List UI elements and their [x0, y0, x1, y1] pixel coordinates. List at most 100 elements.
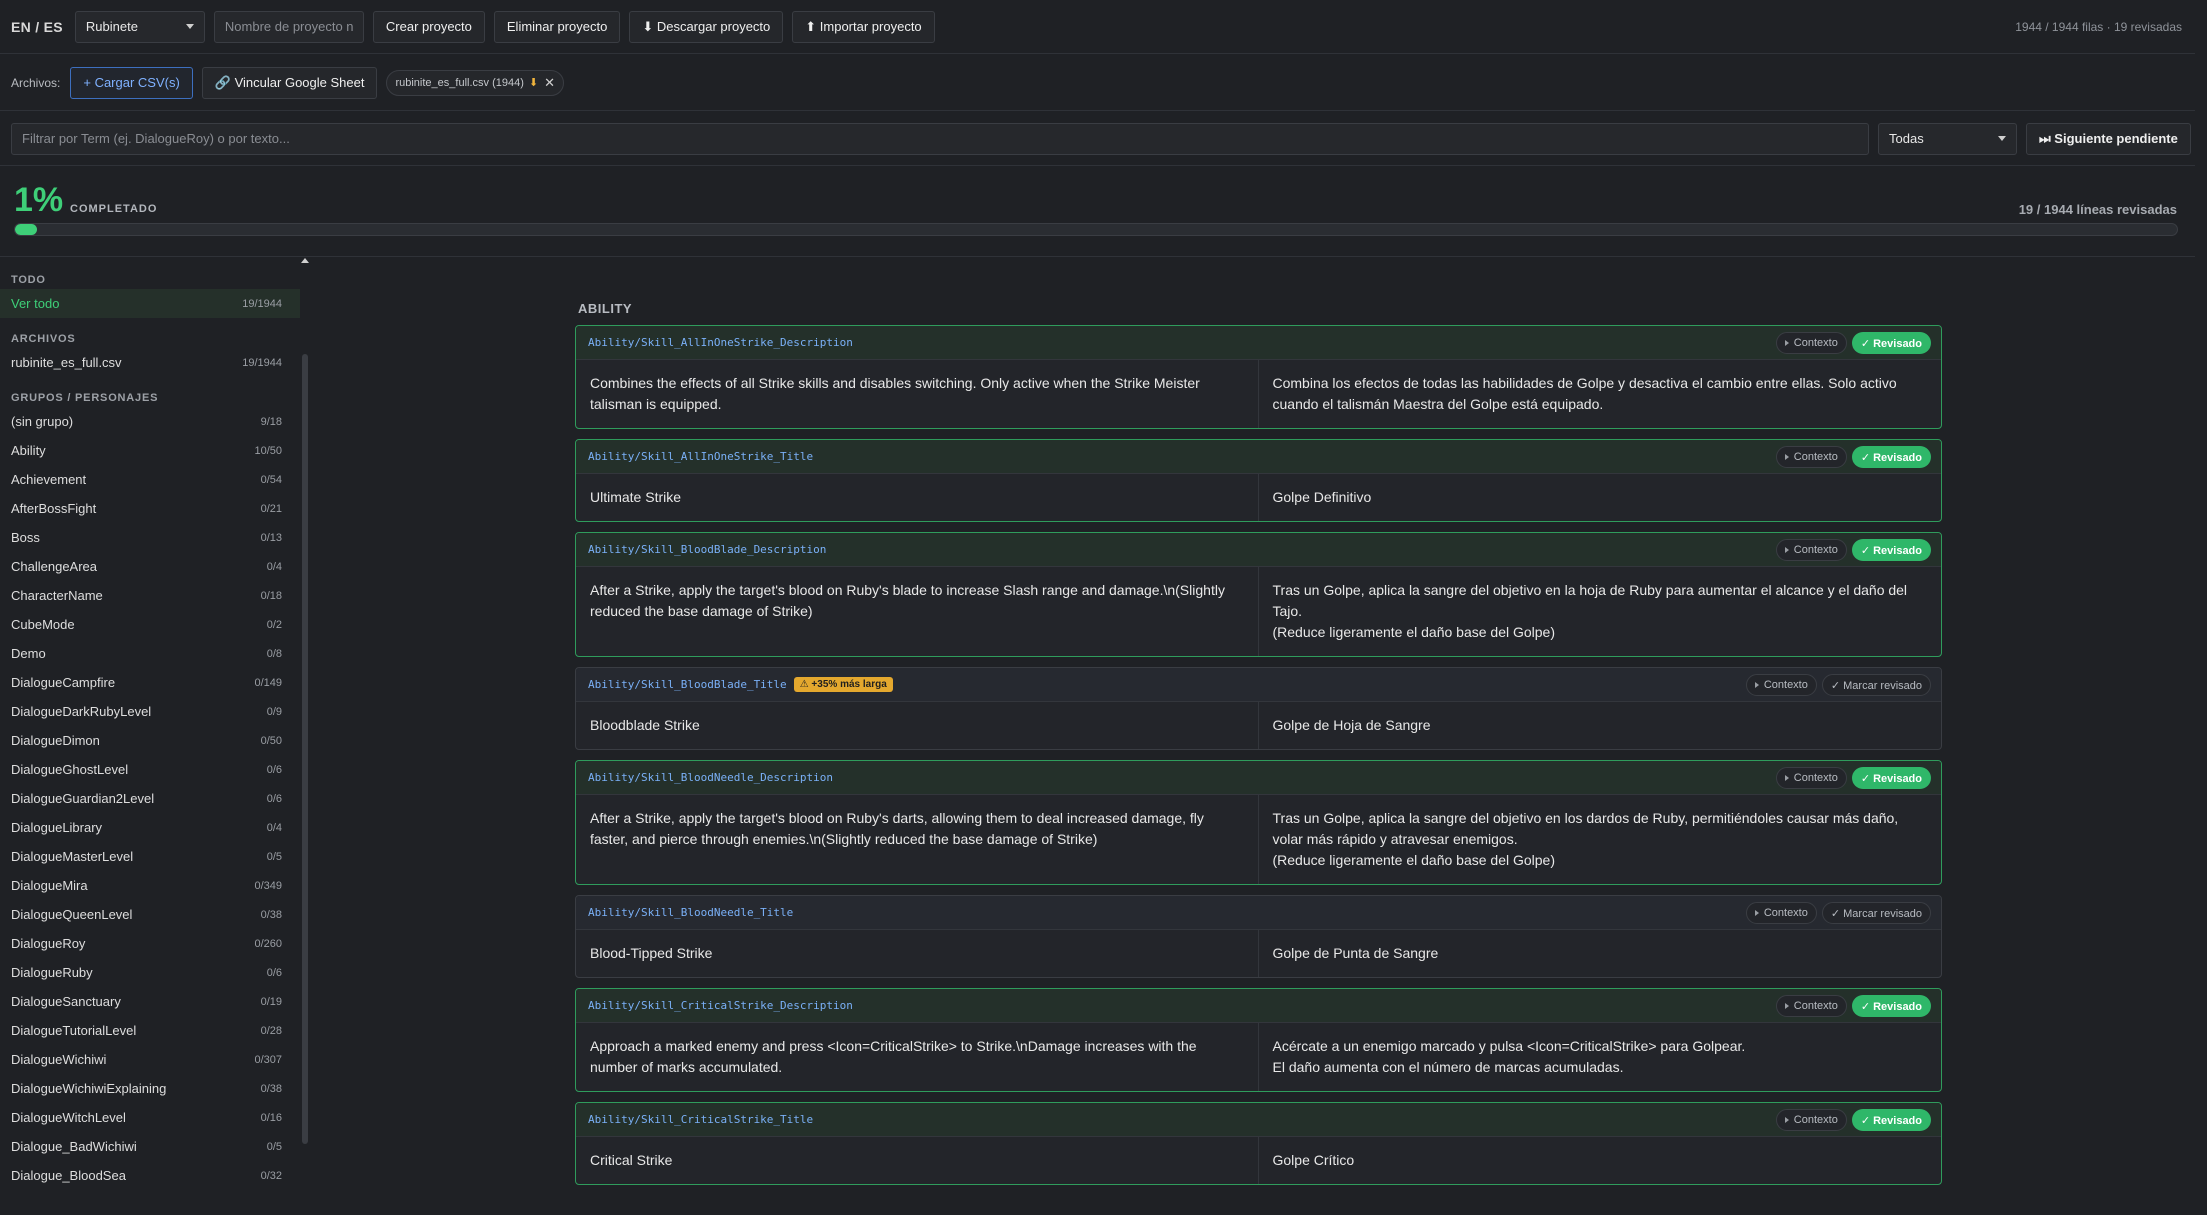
entry-key: Ability/Skill_BloodNeedle_Description	[588, 771, 834, 784]
status-filter-select[interactable]: Todas	[1878, 122, 2017, 155]
section-title-todo: TODO	[11, 274, 46, 286]
entry-key: Ability/Skill_BloodNeedle_Title	[588, 906, 794, 919]
reviewed-button[interactable]: ✓ Revisado	[1851, 1109, 1931, 1131]
sidebar-item-group[interactable]: DialogueGhostLevel 0/6	[0, 755, 300, 784]
sidebar-item-count: 0/32	[260, 1169, 282, 1182]
sidebar-item-group[interactable]: DialogueSanctuary 0/19	[0, 987, 300, 1016]
download-project-button[interactable]: ⬇ Descargar proyecto	[629, 10, 784, 43]
source-text: Critical Strike	[576, 1137, 1259, 1184]
sidebar-item-group[interactable]: DialogueMira 0/349	[0, 871, 300, 900]
context-button[interactable]: Contexto	[1775, 539, 1847, 561]
mark-reviewed-button[interactable]: ✓ Marcar revisado	[1821, 902, 1931, 924]
translation-text[interactable]: Acércate a un enemigo marcado y pulsa <I…	[1259, 1023, 1942, 1091]
sidebar-item-group[interactable]: Dialogue_BloodSea 0/32	[0, 1161, 300, 1190]
entry-card: Ability/Skill_CriticalStrike_Description…	[575, 988, 1942, 1092]
project-select[interactable]: Rubinete	[74, 10, 205, 43]
sidebar-item-group[interactable]: DialogueLibrary 0/4	[0, 813, 300, 842]
entry-list: Ability/Skill_AllInOneStrike_Description…	[575, 325, 1942, 1195]
sidebar-item-count: 0/9	[266, 705, 282, 718]
sidebar-item-group[interactable]: DialogueWichiwi 0/307	[0, 1045, 300, 1074]
sidebar-item-label: DialogueWichiwi	[11, 1052, 107, 1067]
link-google-sheet-button[interactable]: 🔗 Vincular Google Sheet	[201, 66, 378, 99]
sidebar-item-group[interactable]: DialogueCampfire 0/149	[0, 668, 300, 697]
filter-input[interactable]: Filtrar por Term (ej. DialogueRoy) o por…	[11, 122, 1869, 155]
sidebar-item-group[interactable]: Dialogue_BadWichiwi 0/5	[0, 1132, 300, 1161]
delete-project-button[interactable]: Eliminar proyecto	[493, 10, 621, 43]
entry-actions: Contexto ✓ Revisado	[1775, 767, 1931, 789]
sidebar-item-count: 0/260	[254, 937, 282, 950]
sidebar-item-group[interactable]: DialogueDarkRubyLevel 0/9	[0, 697, 300, 726]
context-button[interactable]: Contexto	[1775, 995, 1847, 1017]
entry-card-body: Bloodblade Strike Golpe de Hoja de Sangre	[576, 702, 1941, 749]
entry-card-header: Ability/Skill_CriticalStrike_Title Contex…	[576, 1103, 1941, 1137]
entry-key: Ability/Skill_CriticalStrike_Title	[588, 1113, 814, 1126]
sidebar-item-group[interactable]: DialogueGuardian2Level 0/6	[0, 784, 300, 813]
top-toolbar: EN / ES Rubinete Nombre de proyecto n Cr…	[0, 0, 2195, 54]
context-button[interactable]: Contexto	[1775, 332, 1847, 354]
main-content: ABILITY Ability/Skill_AllInOneStrike_Des…	[310, 258, 2195, 1215]
context-button[interactable]: Contexto	[1745, 902, 1817, 924]
sidebar-item-group[interactable]: ChallengeArea 0/4	[0, 552, 300, 581]
sidebar-item-group[interactable]: AfterBossFight 0/21	[0, 494, 300, 523]
sidebar-item-group[interactable]: DialogueDimon 0/50	[0, 726, 300, 755]
translation-text[interactable]: Combina los efectos de todas las habilid…	[1259, 360, 1942, 428]
sidebar-item-group[interactable]: DialogueTutorialLevel 0/28	[0, 1016, 300, 1045]
reviewed-button[interactable]: ✓ Revisado	[1851, 767, 1931, 789]
sidebar-item-group[interactable]: Ability 10/50	[0, 436, 300, 465]
sidebar-item-label: CharacterName	[11, 588, 103, 603]
sidebar-item-group[interactable]: CubeMode 0/2	[0, 610, 300, 639]
project-select-value: Rubinete	[85, 19, 138, 34]
reviewed-button[interactable]: ✓ Revisado	[1851, 446, 1931, 468]
translation-text[interactable]: Golpe de Punta de Sangre	[1259, 930, 1942, 977]
sidebar-item-count: 0/13	[260, 531, 282, 544]
upload-csv-button[interactable]: + Cargar CSV(s)	[70, 66, 193, 99]
entry-card-header: Ability/Skill_AllInOneStrike_Title Contex…	[576, 440, 1941, 474]
project-name-input[interactable]: Nombre de proyecto n	[213, 10, 364, 43]
translation-text[interactable]: Golpe Crítico	[1259, 1137, 1942, 1184]
reviewed-button[interactable]: ✓ Revisado	[1851, 539, 1931, 561]
sidebar-item-group[interactable]: (sin grupo) 9/18	[0, 407, 300, 436]
sidebar-item-group[interactable]: Achievement 0/54	[0, 465, 300, 494]
reviewed-button[interactable]: ✓ Revisado	[1851, 995, 1931, 1017]
sidebar-item-count: 0/6	[266, 763, 282, 776]
sidebar-item-group[interactable]: DialogueWichiwiExplaining 0/38	[0, 1074, 300, 1103]
context-button-label: Contexto	[1763, 679, 1808, 691]
reviewed-button[interactable]: ✓ Revisado	[1851, 332, 1931, 354]
entry-card-header: Ability/Skill_BloodBlade_Description Cont…	[576, 533, 1941, 567]
next-pending-button[interactable]: ⏭ Siguiente pendiente	[2026, 122, 2191, 155]
sidebar-item-view-all[interactable]: Ver todo 19/1944	[0, 289, 300, 318]
sidebar-item-group[interactable]: CharacterName 0/18	[0, 581, 300, 610]
scroll-up-icon[interactable]	[301, 258, 309, 263]
chevron-down-icon	[185, 23, 194, 29]
mark-reviewed-button[interactable]: ✓ Marcar revisado	[1821, 674, 1931, 696]
download-arrow-icon[interactable]: ⬇	[529, 76, 538, 89]
translation-text[interactable]: Golpe Definitivo	[1259, 474, 1942, 521]
sidebar-item-count: 0/6	[266, 966, 282, 979]
sidebar-item-group[interactable]: DialogueQueenLevel 0/38	[0, 900, 300, 929]
sidebar-item-group[interactable]: DialogueRuby 0/6	[0, 958, 300, 987]
context-button[interactable]: Contexto	[1775, 767, 1847, 789]
sidebar-item-group[interactable]: DialogueRoy 0/260	[0, 929, 300, 958]
entry-card: Ability/Skill_BloodBlade_Description Cont…	[575, 532, 1942, 657]
context-button[interactable]: Contexto	[1775, 446, 1847, 468]
sidebar-item-count: 0/149	[254, 676, 282, 689]
sidebar-item-group[interactable]: DialogueMasterLevel 0/5	[0, 842, 300, 871]
context-button[interactable]: Contexto	[1745, 674, 1817, 696]
entry-card-header: Ability/Skill_CriticalStrike_Description…	[576, 989, 1941, 1023]
sidebar-item-label: DialogueRoy	[11, 936, 86, 951]
file-chip[interactable]: rubinite_es_full.csv (1944) ⬇ ✕	[386, 69, 564, 96]
create-project-button[interactable]: Crear proyecto	[372, 10, 485, 43]
translation-text[interactable]: Golpe de Hoja de Sangre	[1259, 702, 1942, 749]
translation-text[interactable]: Tras un Golpe, aplica la sangre del obje…	[1259, 567, 1942, 656]
sidebar-item-group[interactable]: Boss 0/13	[0, 523, 300, 552]
sidebar-item-file[interactable]: rubinite_es_full.csv 19/1944	[0, 348, 300, 377]
context-button[interactable]: Contexto	[1775, 1109, 1847, 1131]
sidebar-scrollbar[interactable]	[301, 258, 309, 1215]
import-project-button[interactable]: ⬆ Importar proyecto	[792, 10, 935, 43]
sidebar: TODO Ver todo 19/1944 ARCHIVOS rubinite_…	[0, 258, 300, 1215]
sidebar-item-group[interactable]: DialogueWitchLevel 0/16	[0, 1103, 300, 1132]
close-icon[interactable]: ✕	[544, 75, 555, 91]
sidebar-scrollbar-thumb[interactable]	[302, 354, 308, 1144]
sidebar-item-group[interactable]: Demo 0/8	[0, 639, 300, 668]
translation-text[interactable]: Tras un Golpe, aplica la sangre del obje…	[1259, 795, 1942, 884]
